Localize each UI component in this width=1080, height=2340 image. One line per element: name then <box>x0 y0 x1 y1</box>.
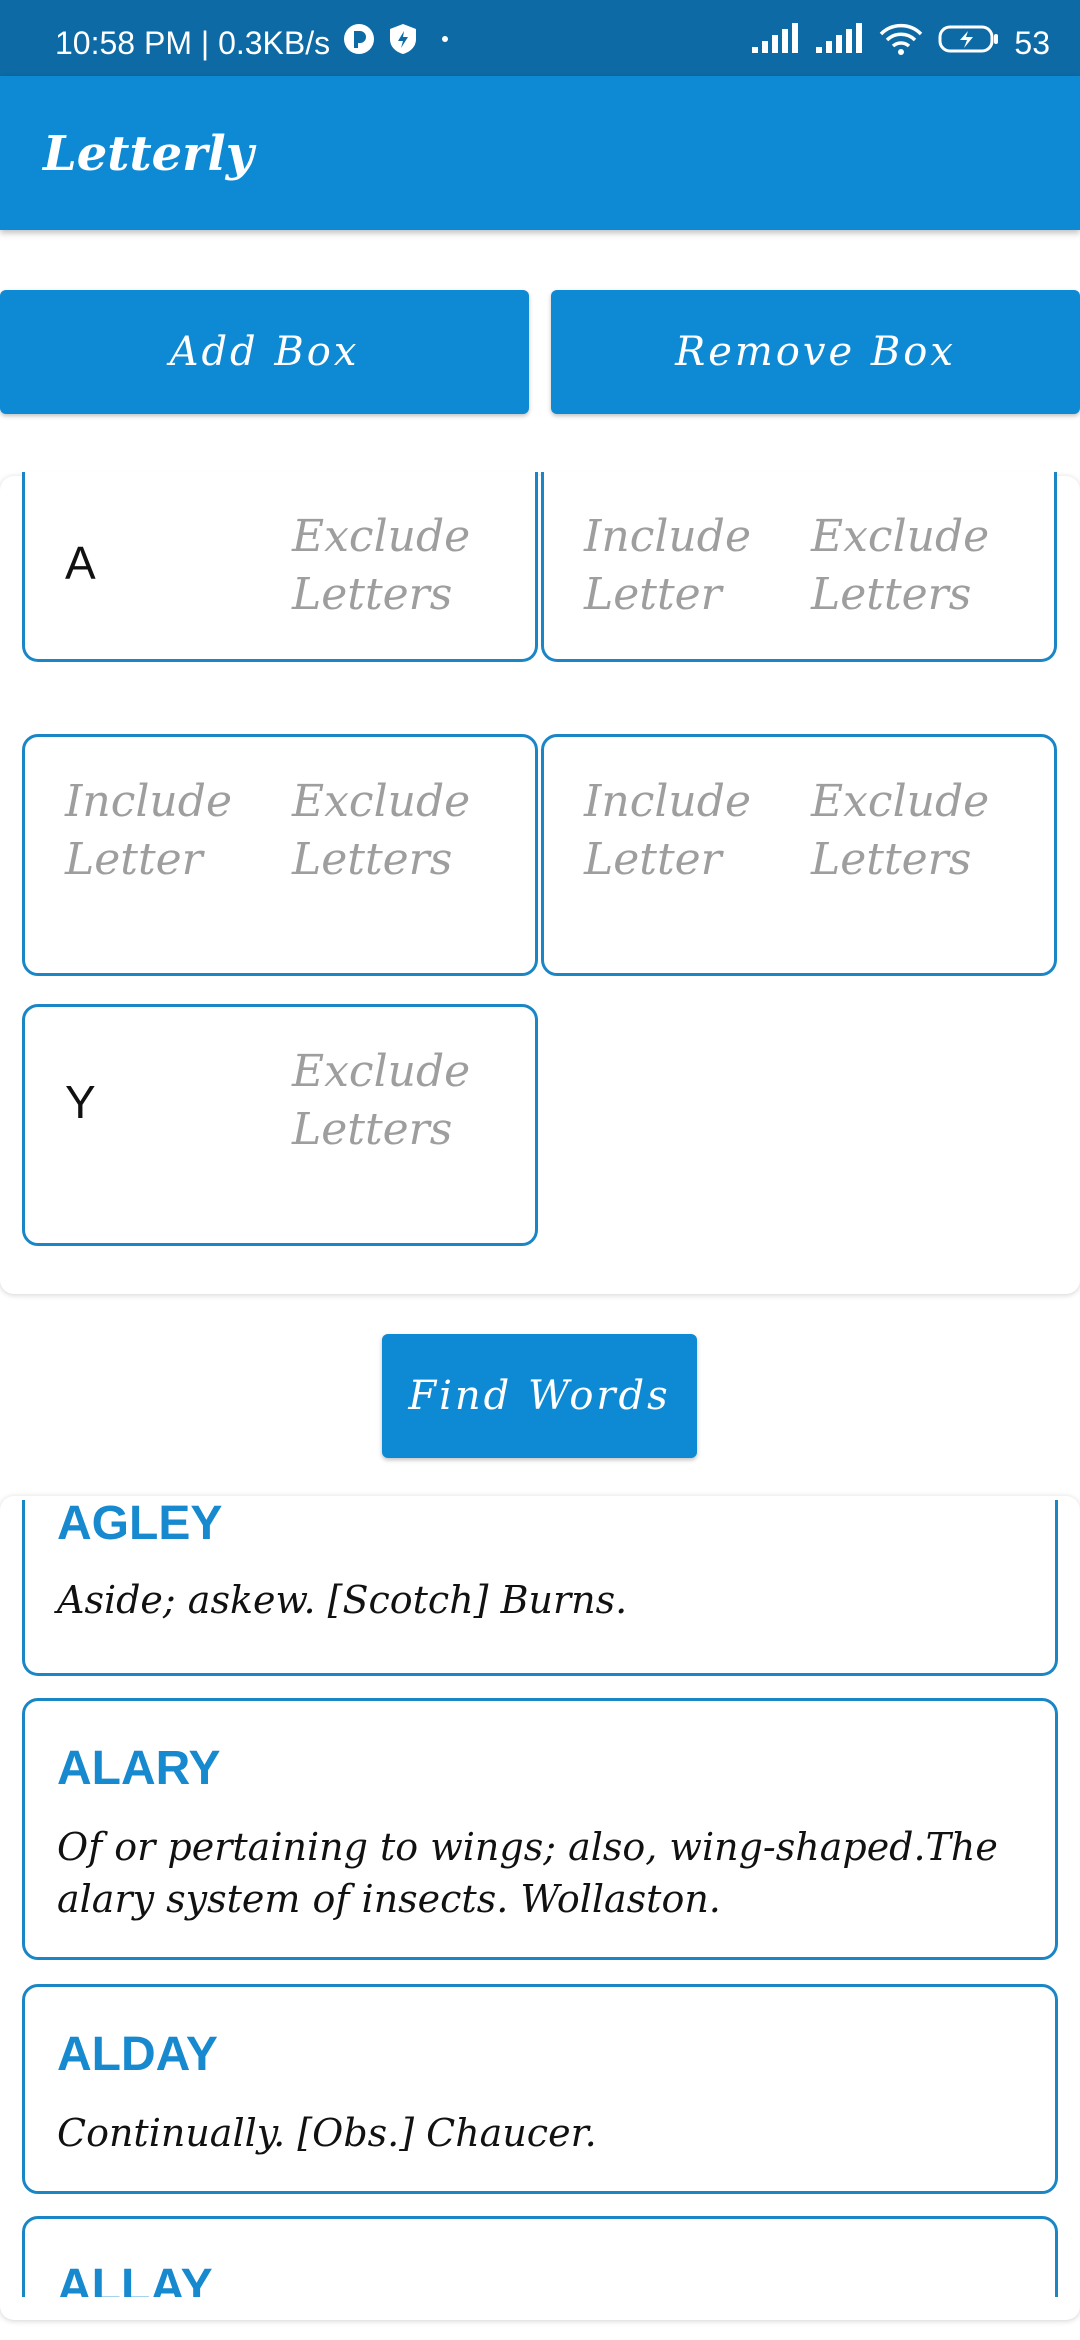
result-word: ALLAY <box>57 2260 213 2297</box>
exclude-letters-field[interactable]: Exclude Letters <box>292 508 512 624</box>
letter-boxes-panel: A Exclude Letters Include Letter Exclude… <box>0 472 1080 1294</box>
include-letter-field[interactable]: Include Letter <box>584 773 784 889</box>
status-time: 10:58 PM | 0.3KB/s <box>55 24 331 61</box>
find-words-button[interactable]: Find Words <box>382 1334 697 1458</box>
add-box-button[interactable]: Add Box <box>0 290 529 414</box>
battery-percent: 53 <box>1014 24 1050 61</box>
result-card[interactable]: ALLAY <box>22 2216 1058 2297</box>
signal-icon-2 <box>814 23 864 63</box>
status-bar: 10:58 PM | 0.3KB/s 53 <box>0 0 1080 76</box>
result-card[interactable]: ALDAY Continually. [Obs.] Chaucer. <box>22 1984 1058 2194</box>
exclude-letters-field[interactable]: Exclude Letters <box>811 773 1031 889</box>
result-word: ALARY <box>57 1742 221 1795</box>
include-letter-field[interactable]: Include Letter <box>65 773 265 889</box>
result-definition: Continually. [Obs.] Chaucer. <box>57 2111 597 2155</box>
exclude-letters-field[interactable]: Exclude Letters <box>292 773 512 889</box>
result-card[interactable]: ALARY Of or pertaining to wings; also, w… <box>22 1698 1058 1960</box>
result-definition: Aside; askew. [Scotch] Burns. <box>57 1578 628 1622</box>
notification-dot-icon <box>430 22 460 64</box>
exclude-letters-field[interactable]: Exclude Letters <box>811 508 1031 624</box>
include-letter-field[interactable]: Include Letter <box>584 508 784 624</box>
battery-icon <box>938 23 1000 63</box>
signal-icon <box>750 23 800 63</box>
result-card[interactable]: AGLEY Aside; askew. [Scotch] Burns. <box>22 1500 1058 1676</box>
letter-box[interactable]: Include Letter Exclude Letters <box>22 734 538 976</box>
remove-box-button[interactable]: Remove Box <box>551 290 1080 414</box>
result-definition: Of or pertaining to wings; also, wing-sh… <box>57 1825 998 1921</box>
letter-box[interactable]: A Exclude Letters <box>22 472 538 662</box>
letter-box[interactable]: Include Letter Exclude Letters <box>541 472 1057 662</box>
app-title: Letterly <box>43 126 254 182</box>
wifi-icon <box>878 22 924 64</box>
letter-box[interactable]: Include Letter Exclude Letters <box>541 734 1057 976</box>
result-word: ALDAY <box>57 2028 218 2081</box>
result-word: AGLEY <box>57 1500 223 1550</box>
data-saver-icon <box>342 22 376 64</box>
status-left: 10:58 PM | 0.3KB/s <box>55 22 460 64</box>
results-list[interactable]: AGLEY Aside; askew. [Scotch] Burns. ALAR… <box>0 1500 1080 2297</box>
shield-icon <box>388 22 418 64</box>
app-bar: Letterly <box>0 76 1080 230</box>
letter-box[interactable]: Y Exclude Letters <box>22 1004 538 1246</box>
include-letter-field[interactable]: Y <box>65 1075 96 1129</box>
exclude-letters-field[interactable]: Exclude Letters <box>292 1043 512 1159</box>
include-letter-field[interactable]: A <box>65 536 96 590</box>
status-right: 53 <box>750 22 1050 64</box>
